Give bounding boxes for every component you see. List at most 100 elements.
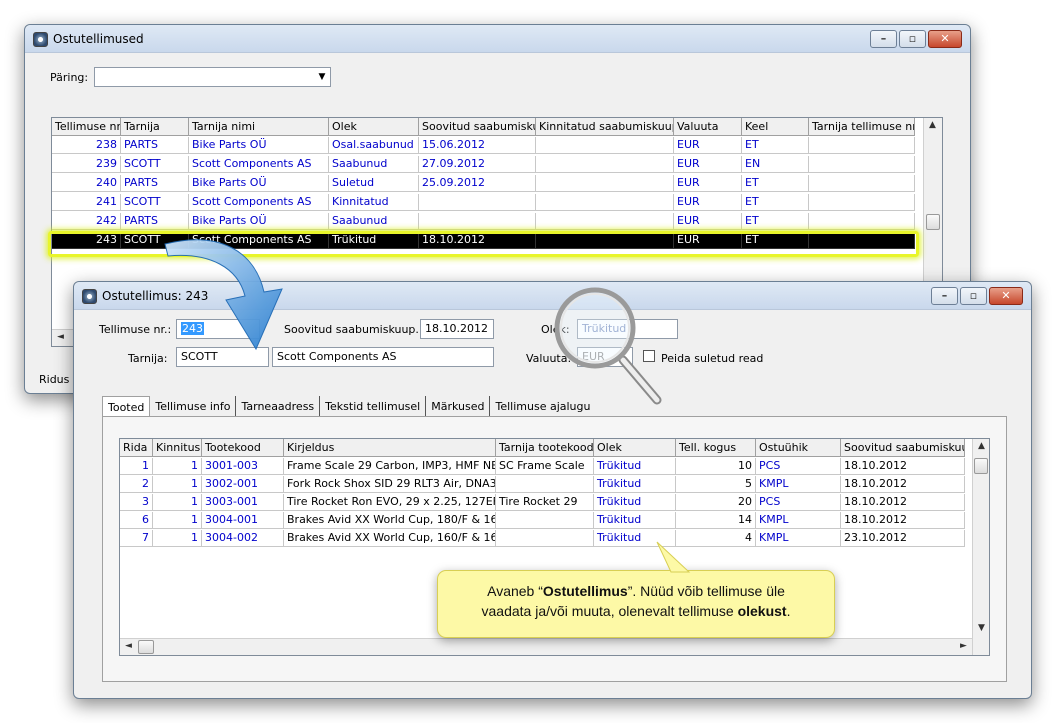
table-cell: 7 xyxy=(120,530,153,547)
table-cell: 18.10.2012 xyxy=(841,458,965,475)
column-header[interactable]: Tootekood xyxy=(202,439,284,457)
column-header[interactable]: Kinnitatud saabumiskuup. xyxy=(536,118,674,136)
scroll-up-icon[interactable]: ▲ xyxy=(924,120,941,130)
table-cell: 1 xyxy=(153,512,202,529)
table-row[interactable]: 242 PARTS Bike Parts OÜ Saabunud EUR ET xyxy=(52,213,915,230)
table-cell: EUR xyxy=(674,137,742,154)
column-header[interactable]: Kirjeldus xyxy=(284,439,496,457)
title-bar: Ostutellimused – ▫ ✕ xyxy=(25,25,970,53)
products-grid-hscroll[interactable]: ◄ ► xyxy=(120,638,972,655)
table-cell: EUR xyxy=(674,213,742,230)
products-grid-vscroll[interactable]: ▲ ▼ xyxy=(972,439,989,655)
scroll-up-icon[interactable]: ▲ xyxy=(973,441,989,451)
scroll-left-icon[interactable]: ◄ xyxy=(52,332,69,342)
table-row[interactable]: 240 PARTS Bike Parts OÜ Suletud 25.09.2012 EU… xyxy=(52,175,915,192)
column-header[interactable]: Tarnija tellimuse nr. xyxy=(809,118,915,136)
scroll-right-icon[interactable]: ► xyxy=(955,641,972,651)
scroll-left-icon[interactable]: ◄ xyxy=(120,641,137,651)
table-row[interactable]: 238 PARTS Bike Parts OÜ Osal.saabunud 15.06.… xyxy=(52,137,915,154)
table-cell: 23.10.2012 xyxy=(841,530,965,547)
table-cell: 242 xyxy=(52,213,121,230)
tab-tooted[interactable]: Tooted xyxy=(102,396,151,417)
table-row[interactable]: 239 SCOTT Scott Components AS Saabunud 27.09… xyxy=(52,156,915,173)
scroll-thumb[interactable] xyxy=(974,458,988,474)
table-cell: Bike Parts OÜ xyxy=(189,213,329,230)
column-header[interactable]: Olek xyxy=(329,118,419,136)
scroll-down-icon[interactable]: ▼ xyxy=(973,623,989,633)
table-cell: Frame Scale 29 Carbon, IMP3, HMF NE xyxy=(284,458,496,475)
table-cell: 3004-001 xyxy=(202,512,284,529)
table-cell xyxy=(809,175,915,192)
table-cell: 238 xyxy=(52,137,121,154)
table-cell: 1 xyxy=(153,458,202,475)
table-cell: Scott Components AS xyxy=(189,156,329,173)
table-cell: KMPL xyxy=(756,512,841,529)
table-row[interactable]: 2 1 3002-001 Fork Rock Shox SID 29 RLT3 Air… xyxy=(120,476,965,493)
maximize-icon[interactable]: ▫ xyxy=(899,30,926,48)
table-cell: Trükitud xyxy=(594,512,676,529)
column-header[interactable]: Tarnija nimi xyxy=(189,118,329,136)
column-header[interactable]: Kinnitus xyxy=(153,439,202,457)
table-row[interactable]: 1 1 3001-003 Frame Scale 29 Carbon, IMP3, H… xyxy=(120,458,965,475)
column-header[interactable]: Soovitud saabumiskuu xyxy=(419,118,536,136)
table-cell: EUR xyxy=(674,194,742,211)
table-cell: 6 xyxy=(120,512,153,529)
column-header[interactable]: Rida xyxy=(120,439,153,457)
table-cell: EUR xyxy=(674,175,742,192)
column-header[interactable]: Olek xyxy=(594,439,676,457)
table-cell: ET xyxy=(742,194,809,211)
table-cell: 1 xyxy=(153,530,202,547)
chevron-down-icon[interactable]: ▼ xyxy=(314,68,330,86)
table-cell: Tire Rocket Ron EVO, 29 x 2.25, 127EF xyxy=(284,494,496,511)
column-header[interactable]: Soovitud saabumiskuu xyxy=(841,439,965,457)
table-row[interactable]: 7 1 3004-002 Brakes Avid XX World Cup, 160/… xyxy=(120,530,965,547)
column-header[interactable]: Tarnija tootekood xyxy=(496,439,594,457)
column-header[interactable]: Keel xyxy=(742,118,809,136)
table-cell: 18.10.2012 xyxy=(841,494,965,511)
table-cell: Trükitud xyxy=(594,494,676,511)
table-cell: EUR xyxy=(674,156,742,173)
maximize-icon[interactable]: ▫ xyxy=(960,287,987,305)
table-cell: 15.06.2012 xyxy=(419,137,536,154)
column-header[interactable]: Tellimuse nr. xyxy=(52,118,121,136)
table-cell: SCOTT xyxy=(121,194,189,211)
window-title: Ostutellimused xyxy=(53,32,144,46)
orders-grid-header: Tellimuse nr. Tarnija Tarnija nimi Olek Soov… xyxy=(52,118,915,136)
app-gear-icon xyxy=(82,289,97,304)
table-cell: 1 xyxy=(153,494,202,511)
table-cell xyxy=(536,213,674,230)
table-cell: 2 xyxy=(120,476,153,493)
close-icon[interactable]: ✕ xyxy=(928,30,962,48)
desired-date-field[interactable]: 18.10.2012 xyxy=(420,319,494,339)
table-row[interactable]: 6 1 3004-001 Brakes Avid XX World Cup, 180/… xyxy=(120,512,965,529)
table-cell: PARTS xyxy=(121,213,189,230)
column-header[interactable]: Tell. kogus xyxy=(676,439,756,457)
table-cell: Fork Rock Shox SID 29 RLT3 Air, DNA3 xyxy=(284,476,496,493)
tab-tarneaadress[interactable]: Tarneaadress xyxy=(236,396,321,417)
tab-tellimuse-info[interactable]: Tellimuse info xyxy=(150,396,237,417)
table-cell: KMPL xyxy=(756,530,841,547)
query-combobox[interactable]: ▼ xyxy=(94,67,331,87)
table-cell: 1 xyxy=(153,476,202,493)
close-icon[interactable]: ✕ xyxy=(989,287,1023,305)
table-cell: Tire Rocket 29 xyxy=(496,494,594,511)
column-header[interactable]: Ostuühik xyxy=(756,439,841,457)
table-cell: ET xyxy=(742,213,809,230)
tab-markused[interactable]: Märkused xyxy=(426,396,491,417)
table-row[interactable]: 3 1 3003-001 Tire Rocket Ron EVO, 29 x 2.25… xyxy=(120,494,965,511)
hscroll-thumb[interactable] xyxy=(138,640,154,654)
table-cell xyxy=(536,156,674,173)
table-cell: 3 xyxy=(120,494,153,511)
minimize-icon[interactable]: – xyxy=(931,287,958,305)
table-cell: Trükitud xyxy=(594,458,676,475)
callout-line-1: Avaneb “Ostutellimus”. Nüüd võib tellimu… xyxy=(450,581,822,601)
minimize-icon[interactable]: – xyxy=(870,30,897,48)
table-cell: Saabunud xyxy=(329,213,419,230)
table-row[interactable]: 241 SCOTT Scott Components AS Kinnitatud EUR… xyxy=(52,194,915,211)
column-header[interactable]: Tarnija xyxy=(121,118,189,136)
table-cell: 1 xyxy=(120,458,153,475)
table-cell: Saabunud xyxy=(329,156,419,173)
column-header[interactable]: Valuuta xyxy=(674,118,742,136)
scroll-thumb[interactable] xyxy=(926,214,940,230)
tab-tekstid-tellimusel[interactable]: Tekstid tellimusel xyxy=(320,396,427,417)
